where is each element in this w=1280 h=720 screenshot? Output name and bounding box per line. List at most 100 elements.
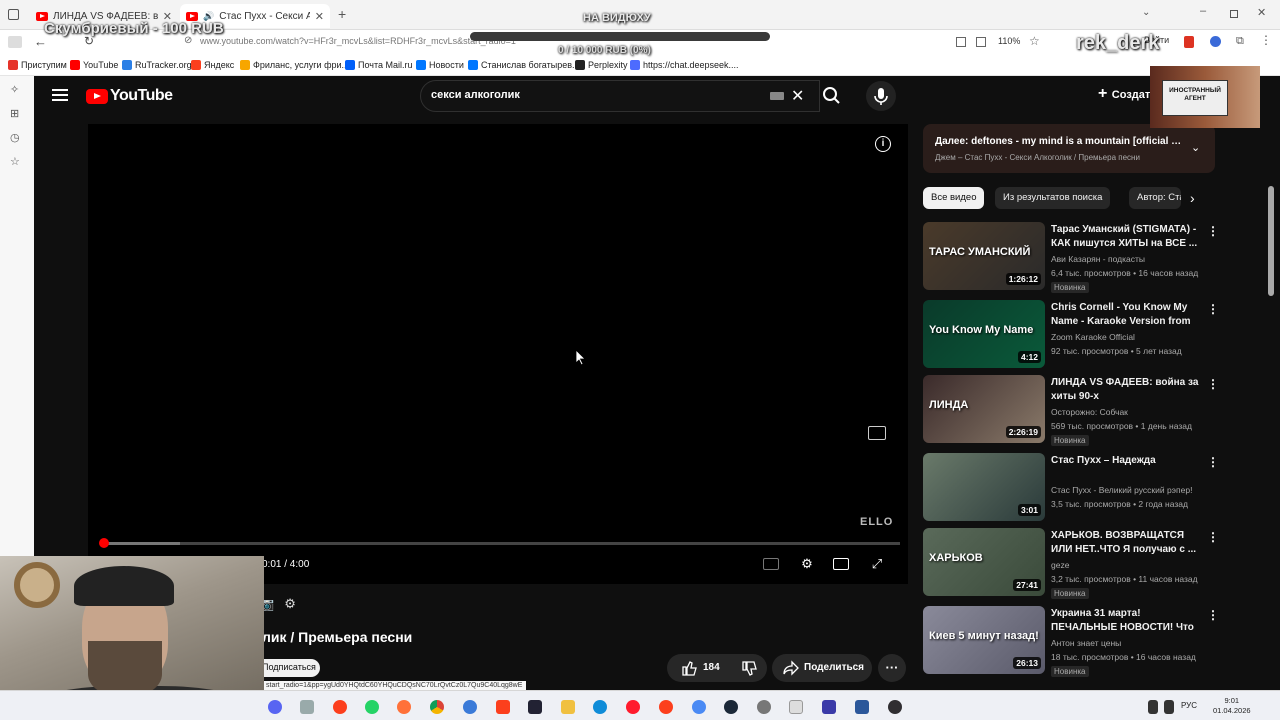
voice-search-button[interactable]: [866, 81, 896, 111]
favorites-icon[interactable]: ☆: [10, 156, 22, 168]
terminal-icon[interactable]: [528, 700, 542, 714]
extensions-puzzle-icon[interactable]: ⧉: [1236, 35, 1244, 48]
close-window-icon[interactable]: ✕: [1257, 6, 1266, 19]
reader-icon[interactable]: [976, 37, 986, 47]
video-title[interactable]: Стас Пухх – Надежда: [1051, 454, 1201, 468]
close-tab-icon[interactable]: ✕: [315, 10, 324, 23]
maximize-icon[interactable]: [1230, 10, 1238, 18]
youtube-logo[interactable]: YouTube: [86, 87, 173, 105]
up-next-title[interactable]: Далее: deftones - my mind is a mountain …: [935, 136, 1185, 147]
recommendation-item[interactable]: You Know My Name 4:12 Chris Cornell - You …: [923, 300, 1219, 372]
video-player[interactable]: [88, 124, 908, 584]
app-icon[interactable]: [789, 700, 803, 714]
bookmark-item[interactable]: https://chat.deepseek....: [630, 60, 739, 70]
edge-icon[interactable]: [593, 700, 607, 714]
search-input[interactable]: секси алкоголик: [431, 89, 520, 101]
app-icon[interactable]: [300, 700, 314, 714]
url-field[interactable]: www.youtube.com/watch?v=HFr3r_mcvLs&list…: [200, 36, 516, 46]
chromium-icon[interactable]: [692, 700, 706, 714]
chrome-icon[interactable]: [430, 700, 444, 714]
miniplayer-icon[interactable]: [868, 426, 886, 440]
video-thumbnail[interactable]: You Know My Name 4:12: [923, 300, 1045, 368]
extension-icon[interactable]: [1184, 36, 1194, 48]
bookmark-item[interactable]: YouTube: [70, 60, 118, 70]
up-next-panel[interactable]: Далее: deftones - my mind is a mountain …: [923, 124, 1215, 173]
opera-icon[interactable]: [626, 700, 640, 714]
bookmark-item[interactable]: Яндекс: [191, 60, 234, 70]
recommendation-item[interactable]: ТАРАС УМАНСКИЙ 1:26:12 Тарас Уманский (STI…: [923, 222, 1219, 294]
bookmark-item[interactable]: RuTracker.org: [122, 60, 192, 70]
vpn-icon[interactable]: [1210, 36, 1221, 47]
gear-icon[interactable]: ⚙: [284, 596, 296, 612]
create-button[interactable]: + Создать: [1098, 85, 1157, 103]
keyboard-language[interactable]: РУС: [1181, 701, 1197, 710]
zoom-level[interactable]: 110%: [998, 36, 1020, 46]
channel-name[interactable]: Zoom Karaoke Official: [1051, 332, 1135, 342]
volume-icon[interactable]: [1164, 700, 1174, 714]
channel-name[interactable]: geze: [1051, 560, 1069, 570]
video-progress-bar[interactable]: [99, 538, 900, 548]
thumbs-down-icon[interactable]: [739, 659, 759, 679]
discord-icon[interactable]: [268, 700, 282, 714]
clear-search-icon[interactable]: ✕: [791, 86, 804, 106]
yandex-icon[interactable]: [659, 700, 673, 714]
history-icon[interactable]: ◷: [10, 132, 22, 144]
scrollbar[interactable]: [1268, 186, 1274, 296]
firefox-icon[interactable]: [397, 700, 411, 714]
more-options-icon[interactable]: ⋮: [1207, 224, 1219, 238]
keyboard-icon[interactable]: [770, 92, 784, 100]
theater-mode-icon[interactable]: [833, 556, 851, 572]
bookmark-item[interactable]: Новости: [416, 60, 464, 70]
recommendation-item[interactable]: 3:01 Стас Пухх – Надежда Стас Пухх - Велик…: [923, 453, 1219, 525]
new-tab-icon[interactable]: +: [338, 6, 346, 22]
globe-icon[interactable]: [757, 700, 771, 714]
video-thumbnail[interactable]: 3:01: [923, 453, 1045, 521]
video-title[interactable]: Chris Cornell - You Know My Name - Karao…: [1051, 301, 1201, 329]
more-options-icon[interactable]: ⋮: [1207, 530, 1219, 544]
recommendation-item[interactable]: ЛИНДА 2:26:19 ЛИНДА VS ФАДЕЕВ: война за хи…: [923, 375, 1219, 447]
fullscreen-icon[interactable]: ⤢: [868, 556, 886, 572]
share-button[interactable]: Поделиться: [772, 654, 872, 682]
video-thumbnail[interactable]: ЛИНДА 2:26:19: [923, 375, 1045, 443]
translate-icon[interactable]: [956, 37, 966, 47]
hamburger-menu-icon[interactable]: [52, 89, 68, 101]
bookmark-item[interactable]: Perplexity: [575, 60, 628, 70]
word-icon[interactable]: [855, 700, 869, 714]
collections-icon[interactable]: ⊞: [10, 108, 22, 120]
video-thumbnail[interactable]: ХАРЬКОВ 27:41: [923, 528, 1045, 596]
bybit-icon[interactable]: [822, 700, 836, 714]
yandex-browser-icon[interactable]: [496, 700, 510, 714]
bookmark-star-icon[interactable]: ☆: [1029, 34, 1040, 48]
channel-watermark[interactable]: ELLO: [860, 516, 893, 528]
more-options-icon[interactable]: ⋮: [1207, 455, 1219, 469]
menu-dots-icon[interactable]: ⋮: [1260, 33, 1272, 47]
chip-by-author[interactable]: Автор: Стас Пухх: [1129, 187, 1181, 209]
more-options-icon[interactable]: ⋮: [1207, 377, 1219, 391]
recommendation-item[interactable]: ХАРЬКОВ 27:41 ХАРЬКОВ. ВОЗВРАЩАТСЯ ИЛИ НЕТ…: [923, 528, 1219, 600]
wifi-icon[interactable]: [1148, 700, 1158, 714]
whatsapp-icon[interactable]: [365, 700, 379, 714]
like-button[interactable]: 184: [667, 654, 767, 682]
more-options-icon[interactable]: ⋮: [1207, 302, 1219, 316]
channel-name[interactable]: Стас Пухх - Великий русский рэпер!: [1051, 485, 1192, 495]
chevron-right-icon[interactable]: ›: [1190, 190, 1195, 206]
subtitles-icon[interactable]: [763, 556, 781, 572]
channel-name[interactable]: Антон знает цены: [1051, 638, 1121, 648]
app-icon[interactable]: [463, 700, 477, 714]
video-thumbnail[interactable]: Киев 5 минут назад! 26:13: [923, 606, 1045, 674]
sidebar-toggle-icon[interactable]: [8, 36, 22, 48]
folder-icon[interactable]: [561, 700, 575, 714]
steam-icon[interactable]: [724, 700, 738, 714]
window-menu-icon[interactable]: [8, 9, 19, 20]
chip-from-search[interactable]: Из результатов поиска: [995, 187, 1111, 209]
video-title[interactable]: Украина 31 марта! ПЕЧАЛЬНЫЕ НОВОСТИ! Что…: [1051, 607, 1201, 635]
minimize-icon[interactable]: –: [1200, 5, 1206, 17]
channel-name[interactable]: Ави Казарян - подкасты: [1051, 254, 1145, 264]
yandex-icon[interactable]: [333, 700, 347, 714]
more-actions-icon[interactable]: ···: [878, 654, 906, 682]
chevron-down-icon[interactable]: ⌄: [1191, 141, 1200, 154]
info-icon[interactable]: i: [875, 136, 891, 152]
search-button[interactable]: [815, 80, 849, 112]
obs-icon[interactable]: [888, 700, 902, 714]
bookmark-item[interactable]: Станислав богатырев...: [468, 60, 580, 70]
